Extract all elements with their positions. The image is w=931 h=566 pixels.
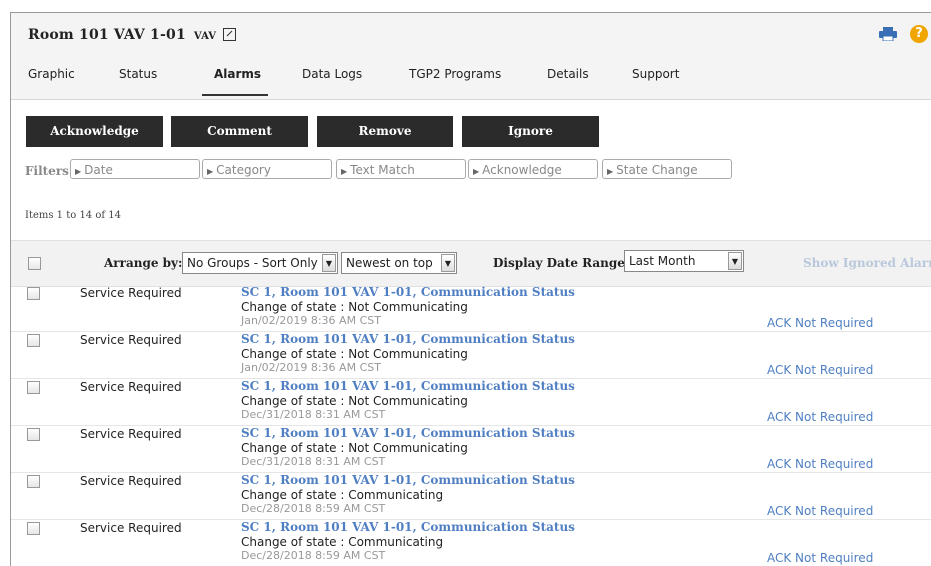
date-range-label: Display Date Range: [493,256,630,270]
alarm-category: Service Required [80,286,182,300]
alarm-row[interactable]: Service Required SC 1, Room 101 VAV 1-01,… [11,285,931,332]
alarm-source-link[interactable]: SC 1, Room 101 VAV 1-01, Communication S… [241,285,575,299]
ack-status-link[interactable]: ACK Not Required [767,504,873,518]
row-checkbox[interactable] [27,287,40,300]
alarm-message: Change of state : Communicating [241,488,444,502]
show-ignored-alarms-button[interactable]: Show Ignored Alarm [803,256,931,270]
tab-graphic[interactable]: Graphic [28,67,75,81]
alarm-source-link[interactable]: SC 1, Room 101 VAV 1-01, Communication S… [241,426,575,440]
alarm-message: Change of state : Not Communicating [241,441,468,455]
sort-order-value: Newest on top [346,256,433,270]
expand-triangle-icon: ▶ [207,167,214,176]
ignore-button[interactable]: Ignore [462,116,599,147]
ack-status-link[interactable]: ACK Not Required [767,316,873,330]
expand-triangle-icon: ▶ [75,167,82,176]
filter-date-label: Date [84,163,113,177]
tab-tgp2-programs[interactable]: TGP2 Programs [409,67,501,81]
alarm-row[interactable]: Service Required SC 1, Room 101 VAV 1-01,… [11,473,931,520]
alarm-row[interactable]: Service Required SC 1, Room 101 VAV 1-01,… [11,426,931,473]
tab-details[interactable]: Details [547,67,589,81]
alarm-message: Change of state : Communicating [241,535,444,549]
alarm-source-link[interactable]: SC 1, Room 101 VAV 1-01, Communication S… [241,473,575,487]
alarm-timestamp: Jan/02/2019 8:36 AM CST [241,361,381,374]
filter-text-match[interactable]: ▶ Text Match [336,159,466,179]
filter-text-match-label: Text Match [350,163,415,177]
filter-acknowledge-label: Acknowledge [482,163,562,177]
chevron-down-icon: ▼ [441,254,455,272]
alarm-timestamp: Dec/31/2018 8:31 AM CST [241,408,386,421]
tab-status[interactable]: Status [119,67,157,81]
arrange-by-value: No Groups - Sort Only [187,256,318,270]
alarm-source-link[interactable]: SC 1, Room 101 VAV 1-01, Communication S… [241,332,575,346]
alarm-category: Service Required [80,380,182,394]
items-count: Items 1 to 14 of 14 [25,210,121,221]
title-text: Room 101 VAV 1-01 [28,27,186,43]
row-checkbox[interactable] [27,428,40,441]
popout-icon[interactable] [223,28,237,41]
print-icon[interactable] [879,27,897,41]
chevron-down-icon: ▼ [322,254,336,272]
expand-triangle-icon: ▶ [341,167,348,176]
alarm-timestamp: Dec/28/2018 8:59 AM CST [241,502,386,515]
page-title: Room 101 VAV 1-01 VAV [28,26,237,43]
arrange-by-select[interactable]: No Groups - Sort Only ▼ [182,252,338,274]
panel-header: Room 101 VAV 1-01 VAV ? Graphic Status Al… [11,13,931,100]
alarm-row[interactable]: Service Required SC 1, Room 101 VAV 1-01,… [11,379,931,426]
alarm-message: Change of state : Not Communicating [241,300,468,314]
tab-alarms[interactable]: Alarms [214,67,261,81]
filter-date[interactable]: ▶ Date [70,159,200,179]
alarm-category: Service Required [80,333,182,347]
filters-label: Filters [25,164,69,178]
alarm-timestamp: Dec/31/2018 8:31 AM CST [241,455,386,468]
row-checkbox[interactable] [27,522,40,535]
help-icon[interactable]: ? [910,25,928,43]
tab-data-logs[interactable]: Data Logs [302,67,362,81]
row-checkbox[interactable] [27,381,40,394]
filter-category[interactable]: ▶ Category [202,159,332,179]
ack-status-link[interactable]: ACK Not Required [767,410,873,424]
remove-button[interactable]: Remove [317,116,453,147]
chevron-down-icon: ▼ [728,252,742,270]
sort-order-select[interactable]: Newest on top ▼ [341,252,457,274]
filter-state-change-label: State Change [616,163,698,177]
alarm-category: Service Required [80,474,182,488]
alarm-source-link[interactable]: SC 1, Room 101 VAV 1-01, Communication S… [241,379,575,393]
alarm-message: Change of state : Not Communicating [241,394,468,408]
filter-acknowledge[interactable]: ▶ Acknowledge [468,159,598,179]
comment-button[interactable]: Comment [171,116,308,147]
alarms-panel: Room 101 VAV 1-01 VAV ? Graphic Status Al… [10,12,931,566]
ack-status-link[interactable]: ACK Not Required [767,363,873,377]
ack-status-link[interactable]: ACK Not Required [767,457,873,471]
date-range-select[interactable]: Last Month ▼ [624,250,744,272]
row-checkbox[interactable] [27,475,40,488]
alarm-row[interactable]: Service Required SC 1, Room 101 VAV 1-01,… [11,520,931,566]
expand-triangle-icon: ▶ [607,167,614,176]
alarm-row[interactable]: Service Required SC 1, Room 101 VAV 1-01,… [11,332,931,379]
alarm-category: Service Required [80,521,182,535]
select-all-checkbox[interactable] [28,257,41,270]
title-subtitle: VAV [193,31,217,42]
expand-triangle-icon: ▶ [473,167,480,176]
acknowledge-button[interactable]: Acknowledge [26,116,163,147]
filter-category-label: Category [216,163,271,177]
alarm-timestamp: Jan/02/2019 8:36 AM CST [241,314,381,327]
tab-support[interactable]: Support [632,67,679,81]
alarm-timestamp: Dec/28/2018 8:59 AM CST [241,549,386,562]
alarm-category: Service Required [80,427,182,441]
ack-status-link[interactable]: ACK Not Required [767,551,873,565]
row-checkbox[interactable] [27,334,40,347]
arrange-by-label: Arrange by: [104,256,183,270]
active-tab-indicator [202,94,268,96]
filter-state-change[interactable]: ▶ State Change [602,159,732,179]
alarm-source-link[interactable]: SC 1, Room 101 VAV 1-01, Communication S… [241,520,575,534]
alarm-message: Change of state : Not Communicating [241,347,468,361]
date-range-value: Last Month [629,254,696,268]
